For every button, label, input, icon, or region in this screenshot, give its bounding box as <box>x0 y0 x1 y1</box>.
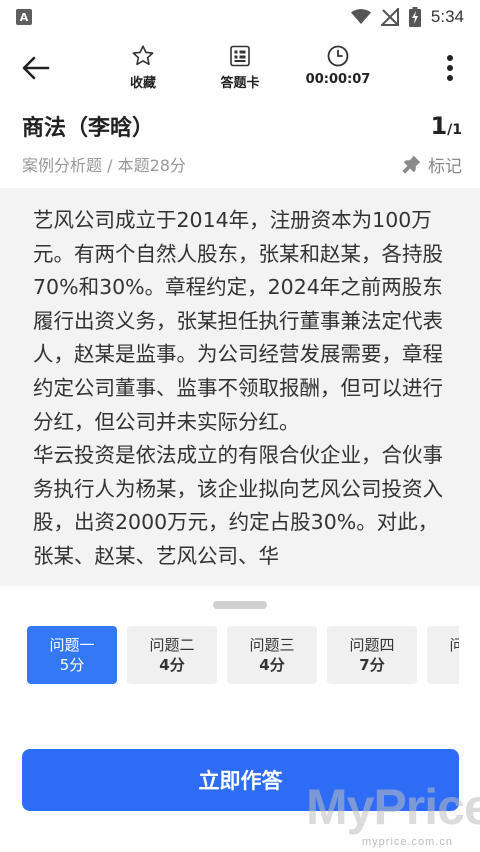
no-signal-icon <box>380 8 399 26</box>
app-notification-icon: A <box>16 9 32 25</box>
favorite-label: 收藏 <box>129 76 156 91</box>
pin-icon <box>402 155 421 174</box>
question-header: 商法（李晗） 1/1 <box>22 108 462 144</box>
star-outline-icon <box>132 45 154 66</box>
case-passage[interactable]: 艺风公司成立于2014年，注册资本为100万元。有两个自然人股东，张某和赵某，各… <box>0 188 480 586</box>
timer-label: 00:00:07 <box>305 72 371 87</box>
status-indicators: 5:34 <box>350 7 464 27</box>
total-questions: /1 <box>447 122 462 138</box>
passage-paragraph: 艺风公司成立于2014年，注册资本为100万元。有两个自然人股东，张某和赵某，各… <box>33 208 443 434</box>
mark-label: 标记 <box>428 156 462 177</box>
tab-name: 问题四 <box>349 636 395 654</box>
timer[interactable]: 00:00:07 <box>298 44 378 87</box>
current-question-number: 1 <box>430 112 448 140</box>
tab-score: 5分 <box>59 656 85 674</box>
status-bar: A 5:34 <box>0 0 480 34</box>
answer-card-button[interactable]: 答题卡 <box>200 44 280 91</box>
question-meta: 案例分析题 / 本题28分 标记 <box>22 150 462 178</box>
tab-question-3[interactable]: 问题三 4分 <box>227 626 317 684</box>
favorite-button[interactable]: 收藏 <box>103 44 183 91</box>
tab-question-4[interactable]: 问题四 7分 <box>327 626 417 684</box>
arrow-left-icon <box>22 56 50 80</box>
tab-score: 4分 <box>159 656 185 674</box>
watermark-url: myprice.com.cn <box>362 836 454 848</box>
tab-question-5[interactable]: 问题五 8分 <box>427 626 459 684</box>
drag-handle[interactable] <box>213 601 267 609</box>
mark-button[interactable]: 标记 <box>402 152 462 177</box>
tab-question-1[interactable]: 问题一 5分 <box>27 626 117 684</box>
subject-title: 商法（李晗） <box>22 116 155 141</box>
tab-name: 问题三 <box>249 636 295 654</box>
passage-paragraph: 华云投资是依法成立的有限合伙企业，合伙事务执行人为杨某，该企业拟向艺风公司投资入… <box>33 443 443 568</box>
tab-name: 问题二 <box>149 636 195 654</box>
tab-name: 问题五 <box>449 636 459 654</box>
more-vertical-icon <box>447 55 453 81</box>
answer-card-label: 答题卡 <box>220 76 260 91</box>
question-counter: 1/1 <box>430 112 462 140</box>
tab-score: 7分 <box>359 656 385 674</box>
wifi-icon <box>350 9 371 24</box>
tab-name: 问题一 <box>49 636 95 654</box>
tab-score: 4分 <box>259 656 285 674</box>
back-button[interactable] <box>18 50 54 86</box>
answer-sheet-icon <box>230 45 250 67</box>
top-toolbar: 收藏 答题卡 00:00:07 <box>0 38 480 98</box>
status-time: 5:34 <box>430 7 464 26</box>
answer-now-button[interactable]: 立即作答 <box>22 749 459 811</box>
question-type-info: 案例分析题 / 本题28分 <box>22 156 186 175</box>
battery-charging-icon <box>408 7 421 27</box>
passage-text: 艺风公司成立于2014年，注册资本为100万元。有两个自然人股东，张某和赵某，各… <box>0 188 480 574</box>
tab-question-2[interactable]: 问题二 4分 <box>127 626 217 684</box>
more-options-button[interactable] <box>436 50 464 86</box>
sub-question-tabs: 问题一 5分 问题二 4分 问题三 4分 问题四 7分 问题五 8分 <box>27 626 459 684</box>
clock-icon <box>327 45 349 67</box>
